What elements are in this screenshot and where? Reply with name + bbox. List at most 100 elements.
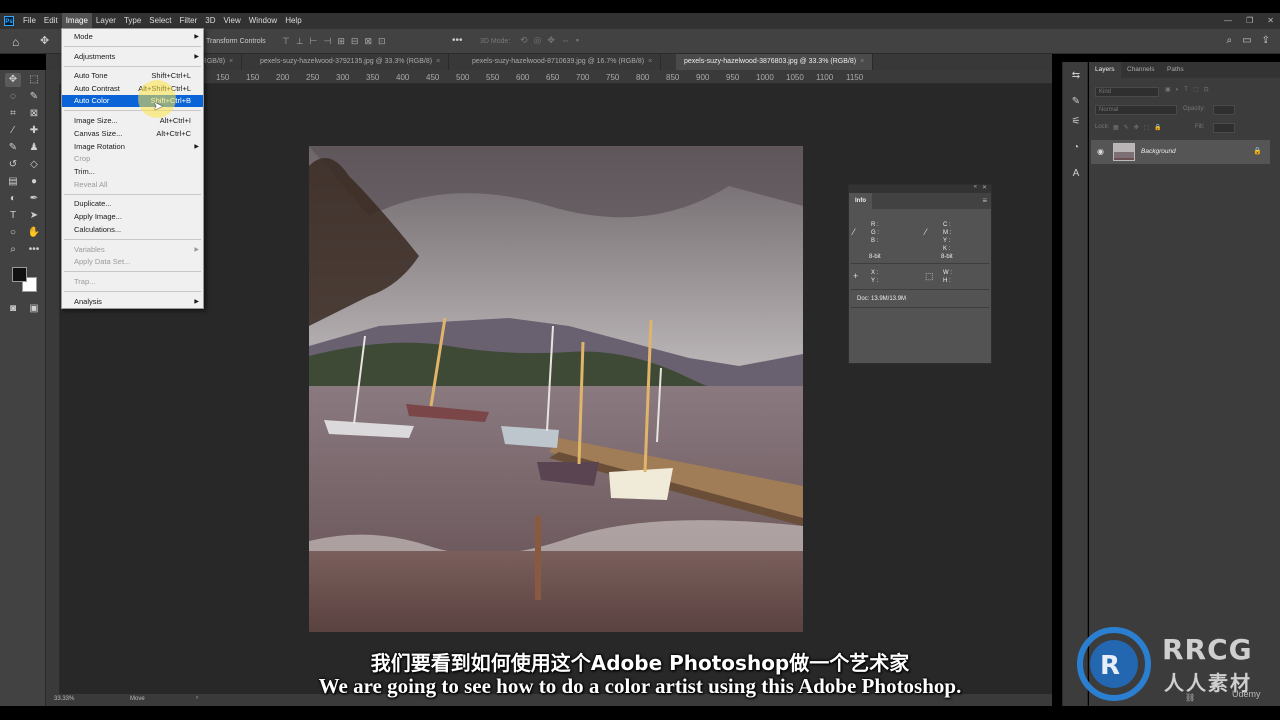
maximize-icon[interactable]: ❐	[1246, 13, 1253, 29]
document-image[interactable]	[309, 146, 803, 632]
lasso-icon[interactable]: ◌	[5, 90, 21, 104]
menu-layer[interactable]: Layer	[92, 13, 120, 29]
fill-input[interactable]	[1213, 123, 1235, 133]
eraser-icon[interactable]: ◇	[26, 158, 42, 172]
panel-menu-icon[interactable]: ≡	[982, 196, 987, 205]
menu-item-image-size[interactable]: Image Size... Alt+Ctrl+I	[62, 115, 203, 127]
tab-close-icon[interactable]: ×	[860, 58, 864, 65]
edit-toolbar-icon[interactable]: •••	[26, 243, 42, 257]
menu-item-apply-image[interactable]: Apply Image...	[62, 211, 203, 223]
marquee-icon[interactable]: ⬚	[26, 73, 42, 87]
character-icon[interactable]: A	[1068, 168, 1084, 182]
menu-item-analysis[interactable]: Analysis ▶	[62, 296, 203, 308]
tab-info[interactable]: Info	[849, 193, 872, 209]
menu-edit[interactable]: Edit	[40, 13, 62, 29]
minimize-icon[interactable]: —	[1224, 13, 1232, 29]
hand-icon[interactable]: ✋	[26, 226, 42, 240]
menu-item-canvas-size[interactable]: Canvas Size... Alt+Ctrl+C	[62, 128, 203, 140]
menu-filter[interactable]: Filter	[176, 13, 202, 29]
quick-mask-icon[interactable]: ◙	[5, 302, 21, 316]
menu-item-image-rotation[interactable]: Image Rotation ▶	[62, 141, 203, 153]
tab-doc-3[interactable]: pexels-suzy-hazelwood-8710639.jpg @ 16.7…	[464, 54, 662, 70]
menu-window[interactable]: Window	[245, 13, 281, 29]
menu-view[interactable]: View	[220, 13, 245, 29]
menu-item-label: Apply Image...	[74, 212, 122, 221]
gradient-icon[interactable]: ▤	[5, 175, 21, 189]
crop-icon[interactable]: ⌗	[5, 107, 21, 121]
menu-item-trim[interactable]: Trim...	[62, 166, 203, 178]
brush-icon[interactable]: ✎	[5, 141, 21, 155]
pen-icon[interactable]: ✒	[26, 192, 42, 206]
tab-close-icon[interactable]: ×	[436, 58, 440, 65]
more-options-icon[interactable]: •••	[452, 35, 463, 46]
layer-filter-kind[interactable]: Kind	[1095, 87, 1159, 97]
menu-item-auto-color[interactable]: Auto ColorShift+Ctrl+B	[62, 95, 203, 107]
zoom-icon[interactable]: ⌕	[5, 243, 21, 257]
menu-select[interactable]: Select	[145, 13, 175, 29]
styles-icon[interactable]: ◔	[1068, 142, 1084, 156]
image-menu-dropdown: Mode ▶ Adjustments ▶ Auto Tone Shift+Ctrl+L…	[61, 28, 204, 309]
stamp-icon[interactable]: ♟	[26, 141, 42, 155]
workspace-icon[interactable]: ▭	[1242, 35, 1251, 46]
tab-label: pexels-suzy-hazelwood-3876803.jpg @ 33.3…	[684, 58, 857, 65]
menu-item-label: Auto Contrast	[74, 84, 120, 93]
menu-file[interactable]: File	[19, 13, 40, 29]
menu-help[interactable]: Help	[281, 13, 305, 29]
eyedropper-icon[interactable]: ⁄	[5, 124, 21, 138]
eye-icon[interactable]: ◉	[1097, 147, 1104, 156]
thumbnail-image	[1114, 144, 1134, 160]
menu-type[interactable]: Type	[120, 13, 145, 29]
menu-item-duplicate[interactable]: Duplicate...	[62, 198, 203, 210]
home-icon[interactable]: ⌂	[12, 35, 19, 49]
search-icon[interactable]: ⌕	[1227, 35, 1233, 46]
move-icon[interactable]: ✥	[5, 73, 21, 87]
menu-image[interactable]: Image	[61, 13, 92, 29]
menu-item-calculations[interactable]: Calculations...	[62, 224, 203, 236]
submenu-arrow-icon: ▶	[194, 144, 199, 150]
frame-icon[interactable]: ⊠	[26, 107, 42, 121]
menu-item-shortcut: Alt+Ctrl+C	[156, 129, 191, 138]
screen-mode-icon[interactable]: ▣	[26, 302, 42, 316]
blend-mode-select[interactable]: Normal	[1095, 105, 1177, 115]
path-select-icon[interactable]: ➤	[26, 209, 42, 223]
tab-close-icon[interactable]: ×	[229, 58, 233, 65]
type-icon[interactable]: T	[5, 209, 21, 223]
opacity-input[interactable]	[1213, 105, 1235, 115]
quick-select-icon[interactable]: ✎	[26, 90, 42, 104]
close-icon[interactable]: ✕	[1267, 13, 1274, 29]
history-brush-icon[interactable]: ↺	[5, 158, 21, 172]
menu-item-label: Image Size...	[74, 116, 118, 125]
foreground-color-swatch[interactable]	[12, 267, 27, 282]
adjustments-icon[interactable]: ⚟	[1068, 116, 1084, 130]
tab-close-icon[interactable]: ×	[648, 58, 652, 65]
layer-row-background[interactable]: ◉ Background 🔒	[1091, 140, 1270, 164]
tab-doc-2[interactable]: pexels-suzy-hazelwood-3792135.jpg @ 33.3…	[252, 54, 450, 70]
spot-healing-icon[interactable]: ✚	[26, 124, 42, 138]
ruler-label: 900	[696, 73, 710, 82]
menu-item-label: Auto Tone	[74, 71, 108, 80]
menu-item-auto-tone[interactable]: Auto Tone Shift+Ctrl+L	[62, 70, 203, 82]
collapse-icon[interactable]: «	[974, 184, 977, 190]
menu-item-mode[interactable]: Mode ▶	[62, 31, 203, 43]
lock-icons[interactable]: ▦✎✥⬚🔒	[1113, 124, 1167, 137]
share-icon[interactable]: ⇪	[1262, 35, 1270, 46]
blur-icon[interactable]: ●	[26, 175, 42, 189]
show-transform-controls-label[interactable]: Transform Controls	[206, 38, 266, 45]
tab-channels[interactable]: Channels	[1121, 62, 1160, 78]
menu-3d[interactable]: 3D	[201, 13, 219, 29]
shape-icon[interactable]: ○	[5, 226, 21, 240]
dodge-icon[interactable]: ◐	[5, 192, 21, 206]
menu-item-adjustments[interactable]: Adjustments ▶	[62, 51, 203, 63]
align-icons[interactable]: ⊤⊥⊢⊣⊞⊟⊠⊡	[282, 36, 392, 47]
close-icon[interactable]: ✕	[982, 184, 987, 191]
tab-paths[interactable]: Paths	[1161, 62, 1190, 78]
tab-doc-4[interactable]: pexels-suzy-hazelwood-3876803.jpg @ 33.3…	[676, 54, 874, 70]
move-tool-icon[interactable]: ✥	[40, 34, 49, 47]
lock-icon[interactable]: 🔒	[1253, 147, 1262, 155]
ruler-label: 650	[546, 73, 560, 82]
history-icon[interactable]: ⇆	[1068, 70, 1084, 84]
menu-item-auto-contrast[interactable]: Auto ContrastAlt+Shift+Ctrl+L	[62, 83, 203, 95]
tab-layers[interactable]: Layers	[1089, 62, 1121, 78]
brush-settings-icon[interactable]: ✎	[1068, 96, 1084, 110]
filter-icons[interactable]: ▣◐T⬚⊡	[1165, 86, 1214, 99]
